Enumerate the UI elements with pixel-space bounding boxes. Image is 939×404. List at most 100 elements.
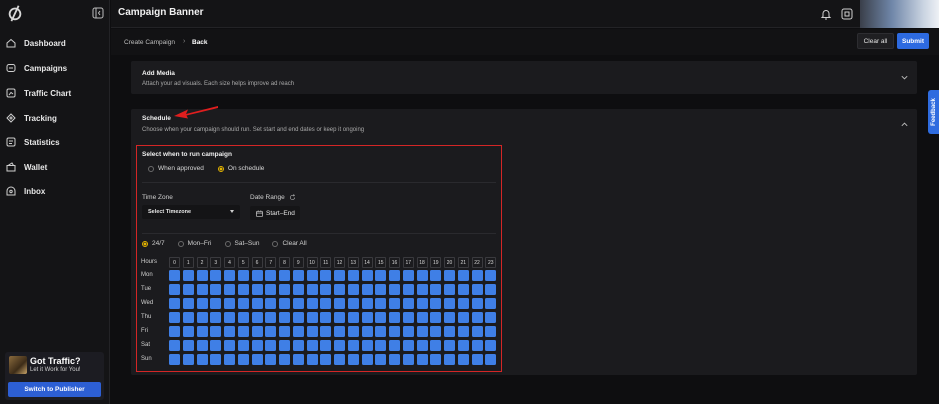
hour-cell[interactable] <box>334 354 345 365</box>
hour-cell[interactable] <box>169 340 180 351</box>
hour-cell[interactable] <box>196 312 208 323</box>
collapse-sidebar-icon[interactable] <box>92 7 104 19</box>
logo-icon[interactable] <box>6 4 24 22</box>
sidebar-item-campaigns[interactable]: Campaigns <box>6 60 102 76</box>
hour-cell[interactable] <box>375 340 387 351</box>
hour-cell[interactable] <box>485 354 497 365</box>
hour-header[interactable]: 8 <box>279 257 290 268</box>
hour-cell[interactable] <box>210 298 222 309</box>
hour-cell[interactable] <box>402 298 414 309</box>
hour-header[interactable]: 15 <box>375 257 387 268</box>
day-label[interactable]: Thu <box>141 314 151 320</box>
hour-cell[interactable] <box>444 312 455 323</box>
hour-cell[interactable] <box>196 354 208 365</box>
hour-cell[interactable] <box>389 284 400 295</box>
hour-cell[interactable] <box>237 298 249 309</box>
hour-cell[interactable] <box>224 340 235 351</box>
hour-cell[interactable] <box>224 326 235 337</box>
breadcrumb-back[interactable]: Back <box>192 39 208 46</box>
hour-cell[interactable] <box>402 354 414 365</box>
hour-cell[interactable] <box>237 354 249 365</box>
hour-cell[interactable] <box>416 284 428 295</box>
hour-cell[interactable] <box>416 340 428 351</box>
hour-cell[interactable] <box>251 284 263 295</box>
day-label[interactable]: Mon <box>141 272 153 278</box>
hour-cell[interactable] <box>306 340 318 351</box>
sidebar-item-traffic-chart[interactable]: Traffic Chart <box>6 85 102 101</box>
radio-when-approved[interactable]: When approved <box>148 165 204 172</box>
hour-cell[interactable] <box>292 270 304 281</box>
hour-header[interactable]: 12 <box>334 257 345 268</box>
hour-cell[interactable] <box>210 270 222 281</box>
hour-cell[interactable] <box>457 340 469 351</box>
hour-cell[interactable] <box>361 326 373 337</box>
hour-header[interactable]: 18 <box>416 257 428 268</box>
hour-cell[interactable] <box>306 270 318 281</box>
day-label[interactable]: Fri <box>141 328 148 334</box>
hour-cell[interactable] <box>306 312 318 323</box>
hour-cell[interactable] <box>169 298 180 309</box>
hour-cell[interactable] <box>334 284 345 295</box>
hour-cell[interactable] <box>320 312 332 323</box>
hour-cell[interactable] <box>334 326 345 337</box>
hour-cell[interactable] <box>485 340 497 351</box>
hour-header[interactable]: 22 <box>471 257 483 268</box>
hour-cell[interactable] <box>182 298 194 309</box>
hour-cell[interactable] <box>210 354 222 365</box>
hour-cell[interactable] <box>320 284 332 295</box>
hour-cell[interactable] <box>196 340 208 351</box>
hour-cell[interactable] <box>320 326 332 337</box>
hour-header[interactable]: 17 <box>402 257 414 268</box>
user-avatar[interactable] <box>860 0 939 28</box>
hour-cell[interactable] <box>361 298 373 309</box>
hour-cell[interactable] <box>457 354 469 365</box>
hour-cell[interactable] <box>169 354 180 365</box>
hour-cell[interactable] <box>224 298 235 309</box>
hour-cell[interactable] <box>306 326 318 337</box>
hour-cell[interactable] <box>279 354 290 365</box>
hour-cell[interactable] <box>237 270 249 281</box>
radio-on-schedule[interactable]: On schedule <box>217 165 264 172</box>
hour-cell[interactable] <box>402 270 414 281</box>
hour-cell[interactable] <box>402 284 414 295</box>
hour-cell[interactable] <box>375 270 387 281</box>
hour-header[interactable]: 13 <box>347 257 359 268</box>
hour-cell[interactable] <box>320 270 332 281</box>
hour-cell[interactable] <box>457 270 469 281</box>
hour-cell[interactable] <box>279 284 290 295</box>
hour-cell[interactable] <box>457 298 469 309</box>
hour-cell[interactable] <box>402 312 414 323</box>
hour-cell[interactable] <box>389 326 400 337</box>
hour-cell[interactable] <box>389 354 400 365</box>
hour-cell[interactable] <box>237 284 249 295</box>
hour-cell[interactable] <box>292 284 304 295</box>
hour-cell[interactable] <box>375 312 387 323</box>
hour-header[interactable]: 6 <box>251 257 263 268</box>
time-zone-select[interactable]: Select Timezone <box>142 205 240 219</box>
hour-cell[interactable] <box>361 340 373 351</box>
hour-cell[interactable] <box>485 312 497 323</box>
hour-cell[interactable] <box>334 312 345 323</box>
hour-cell[interactable] <box>334 340 345 351</box>
hour-cell[interactable] <box>169 326 180 337</box>
hour-cell[interactable] <box>292 312 304 323</box>
hour-cell[interactable] <box>347 326 359 337</box>
hour-cell[interactable] <box>416 270 428 281</box>
breadcrumb-create-campaign[interactable]: Create Campaign <box>124 39 175 46</box>
hour-cell[interactable] <box>361 312 373 323</box>
hour-cell[interactable] <box>251 354 263 365</box>
preset-mon-fri[interactable]: Mon–Fri <box>177 240 212 247</box>
sidebar-item-statistics[interactable]: Statistics <box>6 134 102 150</box>
day-label[interactable]: Sat <box>141 342 150 348</box>
hour-cell[interactable] <box>182 270 194 281</box>
hour-cell[interactable] <box>265 326 277 337</box>
hour-cell[interactable] <box>416 354 428 365</box>
hour-cell[interactable] <box>279 326 290 337</box>
hour-cell[interactable] <box>265 284 277 295</box>
hour-cell[interactable] <box>416 298 428 309</box>
clear-all-button[interactable]: Clear all <box>857 33 894 49</box>
hour-header[interactable]: 2 <box>196 257 208 268</box>
hour-cell[interactable] <box>402 326 414 337</box>
hour-cell[interactable] <box>334 270 345 281</box>
hour-cell[interactable] <box>485 270 497 281</box>
